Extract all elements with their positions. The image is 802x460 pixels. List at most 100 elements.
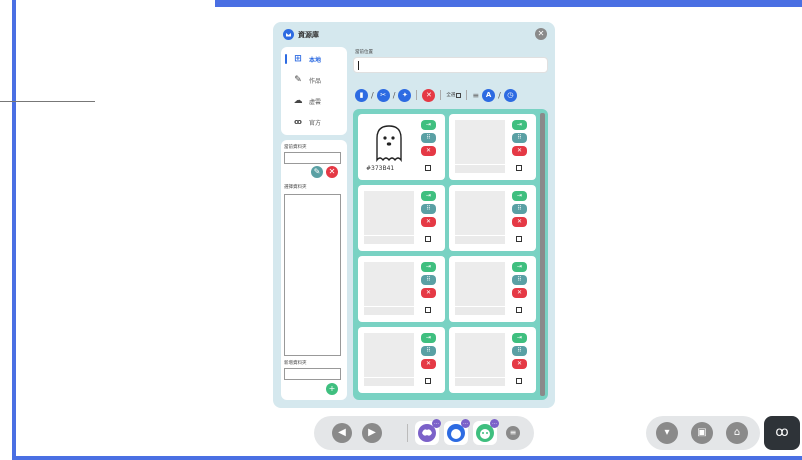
resource-card[interactable]: ⇥ ⠿ ✕ [449,114,536,180]
bottom-frame [12,456,802,460]
forward-arrow-icon[interactable]: ▶ [362,423,382,443]
text-caret [358,61,359,70]
resource-card[interactable]: #373B41 ⇥ ⠿ ✕ [358,114,445,180]
delete-button[interactable]: ✕ [421,217,436,227]
export-button[interactable]: ⇥ [421,262,436,272]
delete-button[interactable]: ✕ [421,359,436,369]
resource-thumbnail [364,120,414,164]
select-checkbox[interactable] [425,165,431,171]
avatar-icon[interactable]: … [473,419,499,445]
current-folder-input[interactable] [284,152,341,164]
select-checkbox[interactable] [516,307,522,313]
close-icon[interactable]: ✕ [535,28,547,40]
options-button[interactable]: ⠿ [512,275,527,285]
resource-card[interactable]: ⇥ ⠿ ✕ [358,256,445,322]
select-checkbox[interactable] [516,236,522,242]
resource-thumbnail [455,120,505,164]
delete-button[interactable]: ✕ [421,146,436,156]
left-frame [12,0,16,460]
location-input[interactable] [353,57,548,73]
resource-name [364,378,414,386]
export-button[interactable]: ⇥ [421,191,436,201]
library-icon [283,29,294,40]
delete-folder-button[interactable]: ✕ [326,166,338,178]
new-folder-label: 新增資料夾 [284,361,307,366]
resource-card[interactable]: ⇥ ⠿ ✕ [358,327,445,393]
delete-button[interactable]: ✕ [512,146,527,156]
export-button[interactable]: ⇥ [512,262,527,272]
delete-button[interactable]: ✕ [512,288,527,298]
toolbar-divider [416,90,418,100]
character-icon[interactable]: … [444,419,470,445]
select-folder-label: 選擇資料夾 [284,185,307,190]
resource-thumbnail [455,262,505,306]
edit-folder-button[interactable]: ✎ [311,166,323,178]
select-checkbox[interactable] [516,378,522,384]
export-button[interactable]: ⇥ [512,333,527,343]
brush-icon: ✎ [294,75,302,85]
delete-button[interactable]: ✕ [421,288,436,298]
options-button[interactable]: ⠿ [421,346,436,356]
scissors-icon[interactable]: ✂ [376,88,390,102]
current-folder-label: 當前資料夾 [284,145,307,150]
folder-panel: 當前資料夾 ✎ ✕ 選擇資料夾 新增資料夾 + [281,140,347,400]
screen-icon[interactable]: ▣ [691,422,713,444]
select-checkbox[interactable] [425,307,431,313]
nav-item-label: 虛雲 [309,98,322,106]
toolbar-divider [440,90,442,100]
nav-item-works[interactable]: ✎ 作品 [285,73,343,87]
select-all-toggle[interactable]: 全選 [446,92,462,98]
options-button[interactable]: ⠿ [512,346,527,356]
export-button[interactable]: ⇥ [421,120,436,130]
select-all-checkbox[interactable] [456,92,462,98]
delete-button[interactable]: ✕ [512,359,527,369]
resource-thumbnail [364,333,414,377]
shirt-icon[interactable]: ▾ [656,422,678,444]
select-checkbox[interactable] [425,378,431,384]
clipboard-icon[interactable]: ▮ [355,88,368,102]
right-toolbar: ▾ ▣ ⌂ [646,416,760,450]
resource-name: #373B41 [364,165,414,173]
add-folder-button[interactable]: + [326,383,338,395]
back-arrow-icon[interactable]: ◀ [332,423,352,443]
new-folder-input[interactable] [284,368,341,380]
resource-card[interactable]: ⇥ ⠿ ✕ [449,185,536,251]
lines-icon[interactable]: ≡ [472,91,479,100]
select-checkbox[interactable] [516,165,522,171]
resource-card[interactable]: ⇥ ⠿ ✕ [358,185,445,251]
grid-scrollbar[interactable] [540,113,545,396]
slash-separator: / [392,90,396,100]
export-button[interactable]: ⇥ [512,191,527,201]
resource-card[interactable]: ⇥ ⠿ ✕ [449,256,536,322]
options-button[interactable]: ⠿ [421,275,436,285]
brain-icon[interactable]: … [415,419,441,445]
nav-item-local[interactable]: ⊞ 本地 [285,52,343,66]
resource-card[interactable]: ⇥ ⠿ ✕ [449,327,536,393]
export-button[interactable]: ⇥ [512,120,527,130]
select-all-label: 全選 [446,93,456,98]
nav-item-official[interactable]: ꝏ 官方 [285,115,343,129]
location-label: 當前位置 [355,50,373,55]
alpha-icon[interactable]: A [482,88,496,102]
home-icon[interactable]: ⌂ [726,422,748,444]
panel-title: 資源庫 [298,30,319,39]
options-button[interactable]: ⠿ [512,133,527,143]
owl-icon: ꝏ [294,118,302,126]
select-checkbox[interactable] [425,236,431,242]
resource-name [364,236,414,244]
folder-list[interactable] [284,194,341,356]
options-button[interactable]: ⠿ [421,204,436,214]
owl-logo-icon[interactable]: ꝏ [764,416,800,450]
export-button[interactable]: ⇥ [421,333,436,343]
options-button[interactable]: ⠿ [421,133,436,143]
top-frame [215,0,802,7]
delete-button[interactable]: ✕ [512,217,527,227]
clock-icon[interactable]: ◷ [503,88,517,102]
delete-selected-button[interactable]: ✕ [422,88,436,102]
menu-icon[interactable]: ≡ [506,426,520,440]
options-button[interactable]: ⠿ [512,204,527,214]
nav-item-cloud[interactable]: ☁ 虛雲 [285,94,343,108]
ghost-icon [376,125,402,163]
paste-icon[interactable]: ✦ [398,88,412,102]
resource-name [455,378,505,386]
